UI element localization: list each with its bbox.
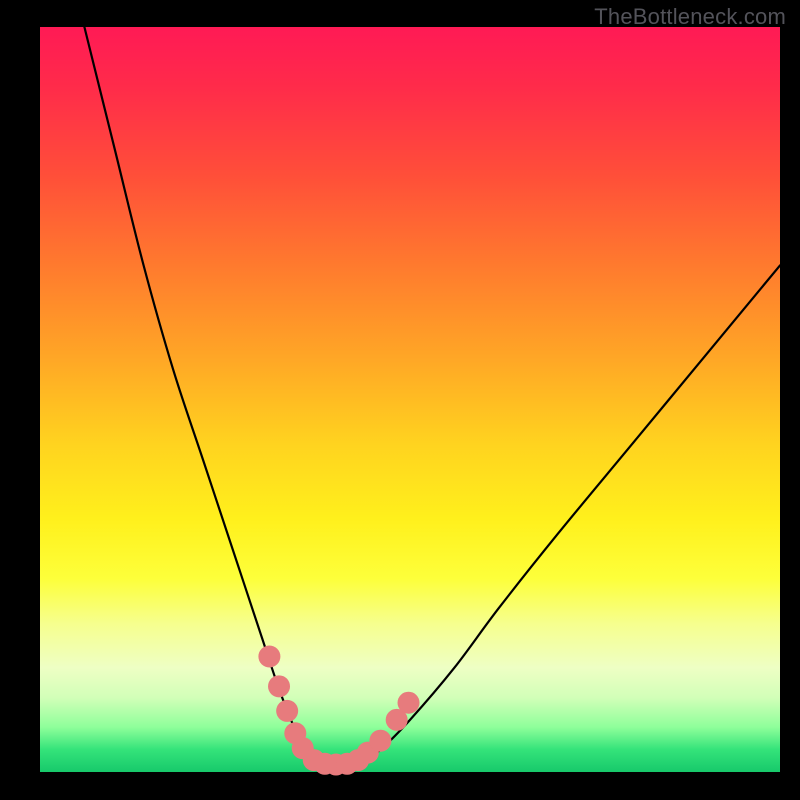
chart-frame: TheBottleneck.com [0,0,800,800]
highlight-dot [268,675,290,697]
highlight-dot [258,646,280,668]
bottleneck-curve [84,27,780,765]
highlight-dot [276,700,298,722]
curve-group [84,27,780,765]
highlight-dot [369,730,391,752]
plot-area [40,27,780,772]
chart-svg [40,27,780,772]
highlight-markers [258,646,419,776]
watermark-text: TheBottleneck.com [594,4,786,30]
highlight-dot [398,692,420,714]
